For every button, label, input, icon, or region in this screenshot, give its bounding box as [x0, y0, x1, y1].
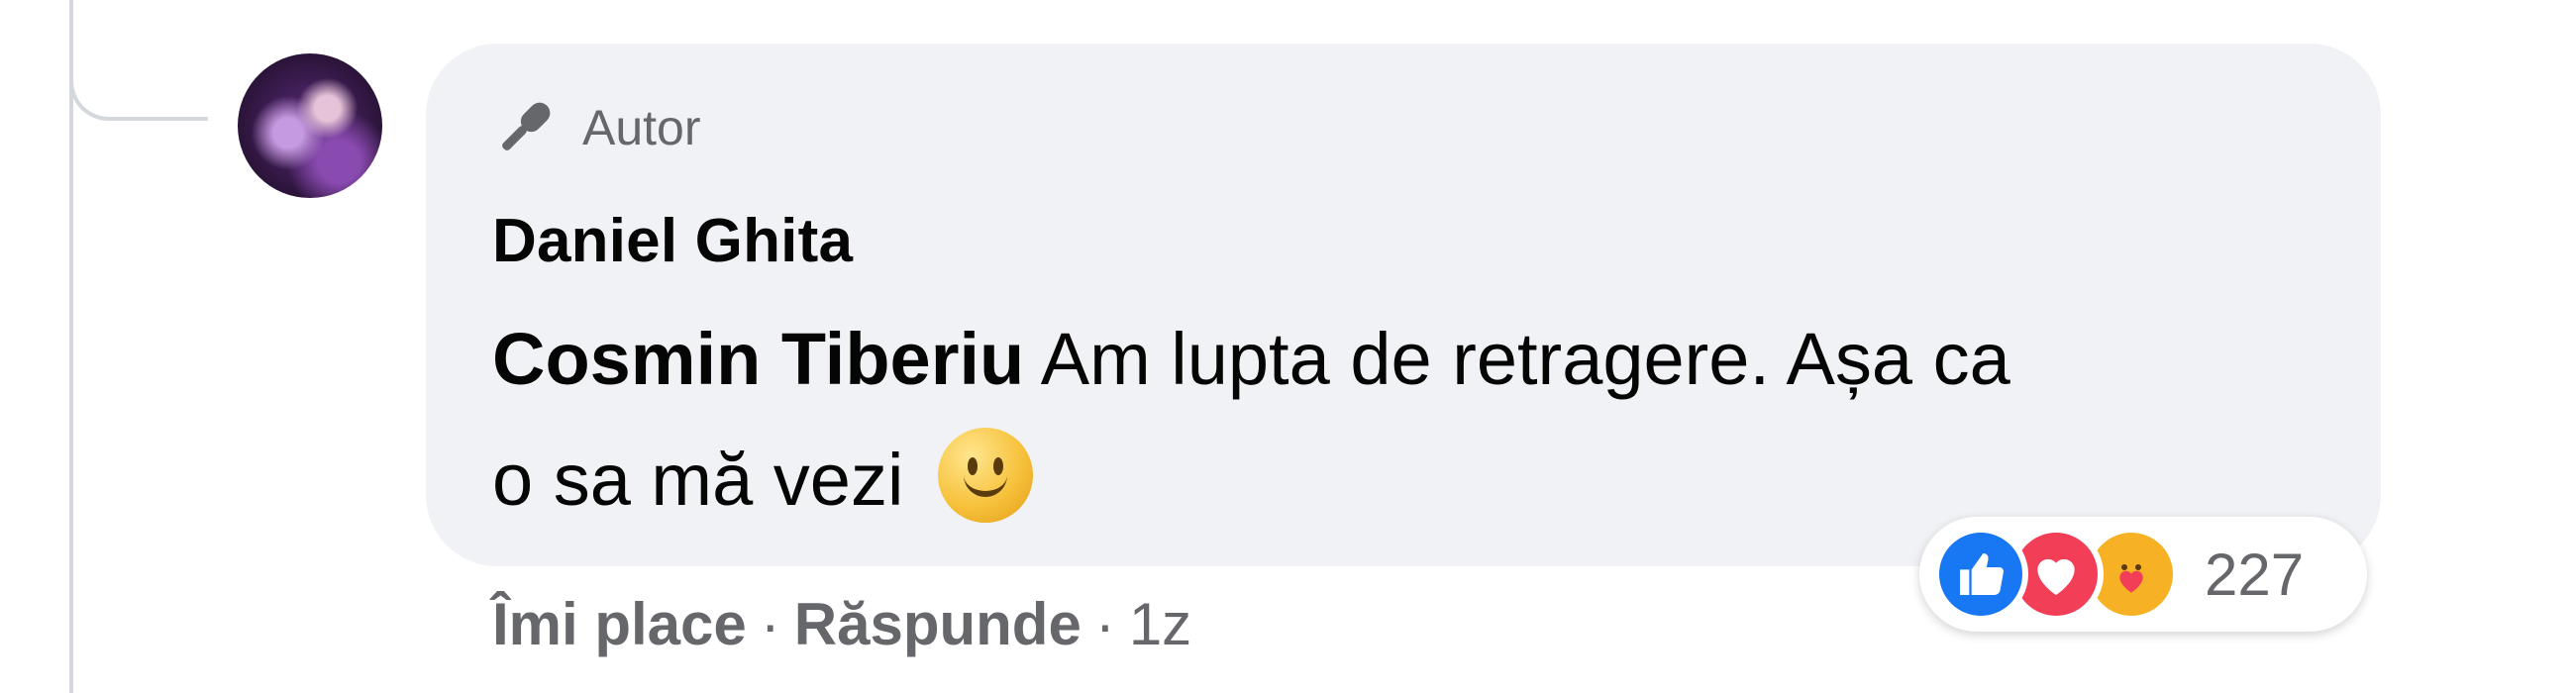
thread-connector-elbow [69, 0, 208, 121]
comment-timestamp[interactable]: 1z [1129, 590, 1191, 658]
like-link[interactable]: Îmi place [492, 590, 747, 658]
comment-text-line1: Am lupta de retragere. Așa ca [1024, 318, 2010, 400]
comment-author-name[interactable]: Daniel Ghita [492, 206, 853, 276]
author-badge: Autor [489, 93, 701, 162]
microphone-icon [489, 92, 561, 163]
slightly-smiling-face-icon [937, 428, 1033, 523]
comment-text: Cosmin Tiberiu Am lupta de retragere. Aș… [492, 299, 2334, 541]
mention-link[interactable]: Cosmin Tiberiu [492, 318, 1024, 400]
action-separator: · [1094, 591, 1115, 657]
thread-connector-line [69, 0, 73, 693]
reply-link[interactable]: Răspunde [794, 590, 1082, 658]
comment-actions: Îmi place · Răspunde · 1z [492, 590, 1191, 658]
comment-text-line2: o sa mă vezi [492, 439, 904, 521]
action-separator: · [760, 591, 780, 657]
avatar[interactable] [238, 53, 382, 198]
author-badge-label: Autor [582, 100, 701, 155]
reactions-summary[interactable]: 227 [1919, 517, 2367, 632]
reaction-count: 227 [2205, 541, 2305, 608]
like-icon [1933, 527, 2028, 622]
